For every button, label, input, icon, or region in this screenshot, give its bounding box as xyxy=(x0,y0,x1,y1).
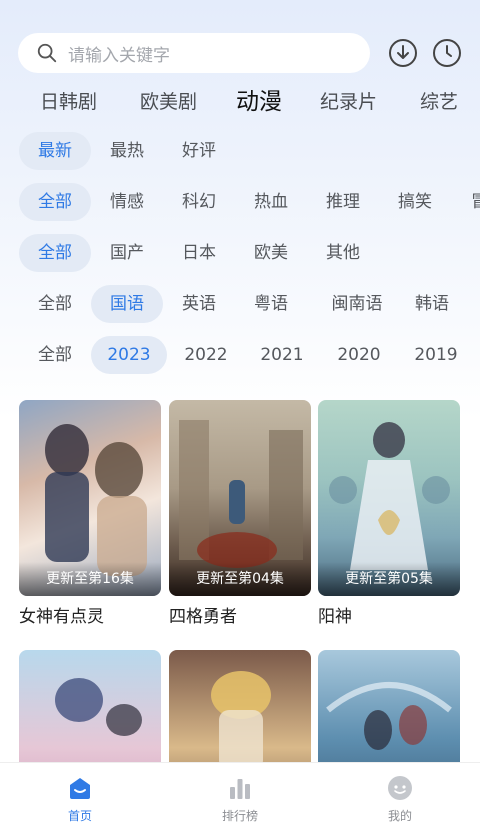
episode-label: 更新至第05集 xyxy=(318,562,460,596)
video-card[interactable]: 更新至第05集 阳神 xyxy=(318,400,460,627)
filter-chip[interactable]: 欧美 xyxy=(235,234,307,272)
filter-chip[interactable]: 2021 xyxy=(244,336,320,374)
profile-icon xyxy=(387,775,413,801)
tab-ji-lu-pian[interactable]: 纪录片 xyxy=(320,84,377,120)
tab-ri-han-ju[interactable]: 日韩剧 xyxy=(40,84,97,120)
bottom-nav: 首页 排行榜 我的 xyxy=(0,762,480,830)
download-button[interactable] xyxy=(388,38,418,68)
filter-chip[interactable]: 闽南语 xyxy=(314,285,400,323)
search-placeholder: 请输入关键字 xyxy=(68,45,170,66)
tab-ou-mei-ju[interactable]: 欧美剧 xyxy=(140,84,197,120)
filter-chip[interactable]: 其他 xyxy=(307,234,379,272)
filter-chip[interactable]: 2023 xyxy=(91,336,167,374)
filter-row-region: 全部 国产 日本 欧美 其他 xyxy=(0,234,480,272)
video-title: 四格勇者 xyxy=(169,607,237,627)
nav-home[interactable]: 首页 xyxy=(20,763,140,830)
video-card[interactable]: 更新至第16集 女神有点灵 xyxy=(19,400,161,627)
filter-chip[interactable]: 最新 xyxy=(19,132,91,170)
filter-chip[interactable]: 2020 xyxy=(321,336,397,374)
poster-image: 更新至第05集 xyxy=(318,400,460,596)
tab-dong-man[interactable]: 动漫 xyxy=(236,84,282,120)
filter-chip[interactable]: 最热 xyxy=(91,132,163,170)
search-icon xyxy=(37,43,57,63)
filter-chip[interactable]: 推理 xyxy=(307,183,379,221)
filter-row-genre: 全部 情感 科幻 热血 推理 搞笑 冒 xyxy=(0,183,480,221)
filter-chip[interactable]: 情感 xyxy=(91,183,163,221)
nav-label: 排行榜 xyxy=(221,809,258,823)
filter-chip[interactable]: 搞笑 xyxy=(379,183,451,221)
nav-label: 首页 xyxy=(67,809,92,823)
download-icon xyxy=(389,39,417,67)
video-title: 阳神 xyxy=(318,607,352,627)
video-card[interactable]: 更新至第04集 四格勇者 xyxy=(169,400,311,627)
poster-image: 更新至第16集 xyxy=(19,400,161,596)
header: 请输入关键字 xyxy=(0,30,480,76)
filter-chip[interactable]: 韩语 xyxy=(396,285,468,323)
filter-chip[interactable]: 2019 xyxy=(398,336,474,374)
filter-row-language: 全部 国语 英语 粤语 闽南语 韩语 xyxy=(0,285,480,323)
filter-row-sort: 最新 最热 好评 xyxy=(0,132,480,170)
search-bar[interactable]: 请输入关键字 xyxy=(18,33,370,73)
filter-chip[interactable]: 英语 xyxy=(163,285,235,323)
tab-zong-yi[interactable]: 综艺 xyxy=(420,84,458,120)
home-icon xyxy=(67,775,93,801)
filter-chip[interactable]: 科幻 xyxy=(163,183,235,221)
episode-label: 更新至第16集 xyxy=(19,562,161,596)
nav-label: 我的 xyxy=(387,809,412,823)
category-tabs: 日韩剧 欧美剧 动漫 纪录片 综艺 xyxy=(0,84,480,120)
episode-label: 更新至第04集 xyxy=(169,562,311,596)
clock-icon xyxy=(433,39,461,67)
filter-chip[interactable]: 全部 xyxy=(19,285,91,323)
filter-chip[interactable]: 国语 xyxy=(91,285,163,323)
filter-chip[interactable]: 全部 xyxy=(19,336,91,374)
filter-row-year: 全部 2023 2022 2021 2020 2019 xyxy=(0,336,480,374)
filter-chip[interactable]: 冒 xyxy=(451,183,480,221)
poster-image: 更新至第04集 xyxy=(169,400,311,596)
filter-chip[interactable]: 热血 xyxy=(235,183,307,221)
nav-profile[interactable]: 我的 xyxy=(340,763,460,830)
filter-chip[interactable]: 日本 xyxy=(163,234,235,272)
filter-chip[interactable]: 国产 xyxy=(91,234,163,272)
filter-chip[interactable]: 2022 xyxy=(168,336,244,374)
nav-ranking[interactable]: 排行榜 xyxy=(180,763,300,830)
filter-chip[interactable]: 粤语 xyxy=(235,285,307,323)
filter-chip[interactable]: 全部 xyxy=(19,234,91,272)
ranking-icon xyxy=(227,775,253,801)
filter-chip[interactable]: 好评 xyxy=(163,132,235,170)
filter-chip[interactable]: 全部 xyxy=(19,183,91,221)
video-title: 女神有点灵 xyxy=(19,607,104,627)
history-button[interactable] xyxy=(432,38,462,68)
